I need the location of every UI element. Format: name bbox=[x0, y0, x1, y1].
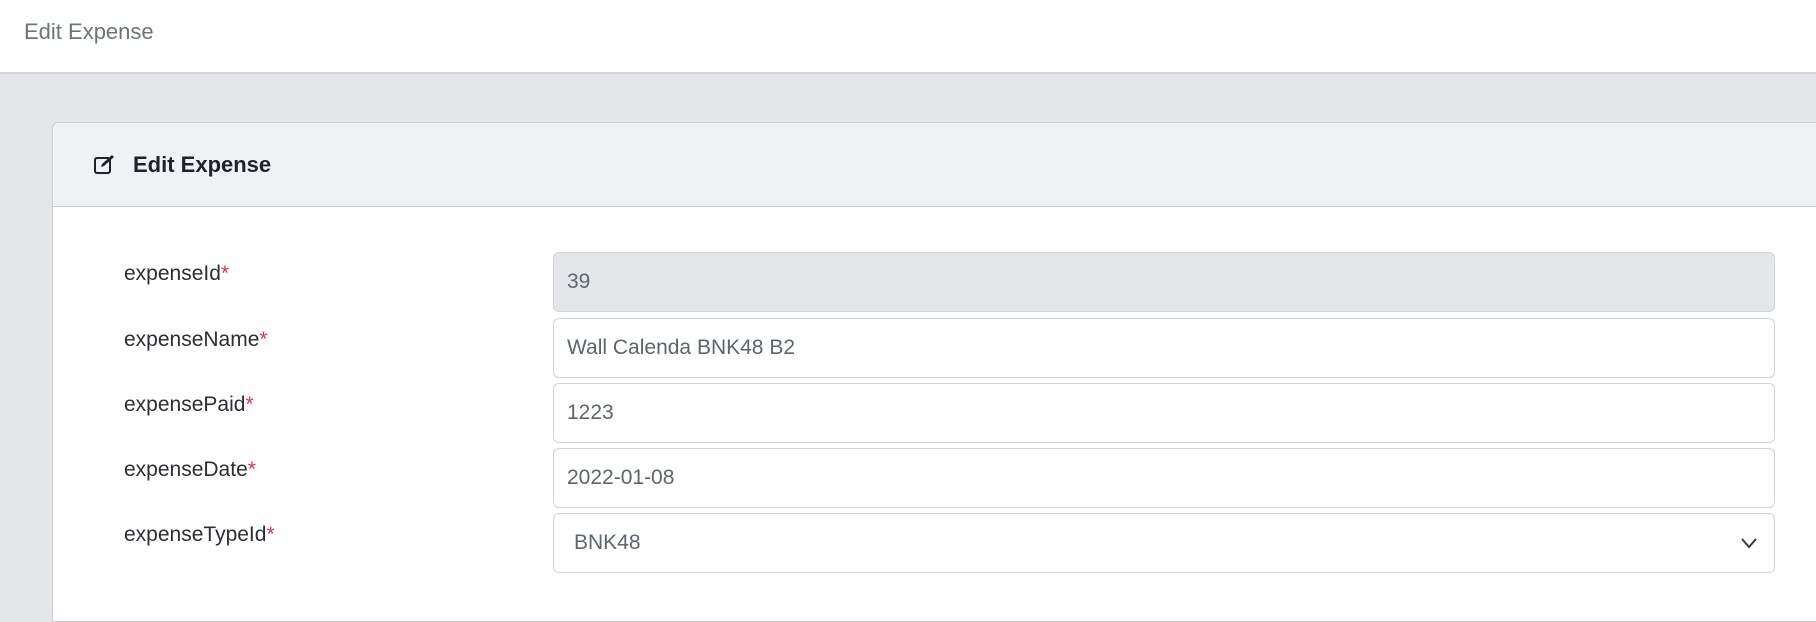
required-marker: * bbox=[247, 458, 256, 481]
form-row-expense-type-id: expenseTypeId* BNK48 bbox=[53, 513, 1816, 575]
expense-type-selected-value: BNK48 bbox=[574, 531, 641, 554]
expense-date-label: expenseDate* bbox=[124, 458, 256, 481]
card-header: Edit Expense bbox=[53, 123, 1816, 207]
expense-name-label: expenseName* bbox=[124, 328, 268, 351]
required-marker: * bbox=[220, 262, 230, 285]
required-marker: * bbox=[259, 328, 268, 351]
expense-date-input[interactable] bbox=[553, 448, 1775, 508]
form-row-expense-paid: expensePaid* bbox=[53, 383, 1816, 445]
card-title: Edit Expense bbox=[133, 152, 272, 177]
required-marker: * bbox=[266, 523, 275, 546]
edit-expense-card: Edit Expense expenseId* expenseName* exp… bbox=[52, 122, 1816, 622]
form-row-expense-name: expenseName* bbox=[53, 318, 1816, 380]
page-title: Edit Expense bbox=[24, 19, 154, 44]
expense-id-input[interactable] bbox=[553, 252, 1775, 312]
expense-paid-label: expensePaid* bbox=[124, 393, 254, 416]
form-row-expense-id: expenseId* bbox=[53, 252, 1816, 314]
expense-type-select[interactable]: BNK48 bbox=[553, 513, 1775, 573]
form-row-expense-date: expenseDate* bbox=[53, 448, 1816, 510]
expense-name-input[interactable] bbox=[553, 318, 1775, 378]
required-marker: * bbox=[245, 393, 254, 416]
chevron-down-icon bbox=[1741, 538, 1757, 549]
edit-icon bbox=[94, 155, 114, 174]
expense-type-id-label: expenseTypeId* bbox=[124, 523, 275, 546]
expense-paid-input[interactable] bbox=[553, 383, 1775, 443]
top-bar: Edit Expense bbox=[0, 0, 1816, 74]
expense-id-label: expenseId* bbox=[124, 262, 230, 285]
